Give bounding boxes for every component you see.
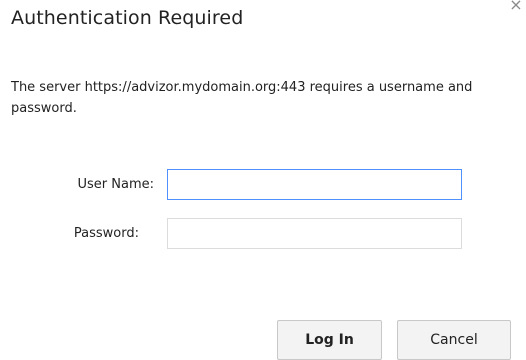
username-field[interactable] (167, 169, 462, 200)
login-button[interactable]: Log In (277, 320, 382, 360)
close-icon[interactable]: × (507, 0, 525, 14)
password-field[interactable] (167, 218, 462, 249)
username-label: User Name: (77, 177, 155, 192)
auth-message: The server https://advizor.mydomain.org:… (11, 80, 473, 116)
auth-dialog: Authentication Required × The server htt… (0, 0, 526, 360)
password-label: Password: (73, 226, 139, 241)
dialog-title: Authentication Required (11, 7, 244, 29)
cancel-button[interactable]: Cancel (397, 320, 511, 360)
